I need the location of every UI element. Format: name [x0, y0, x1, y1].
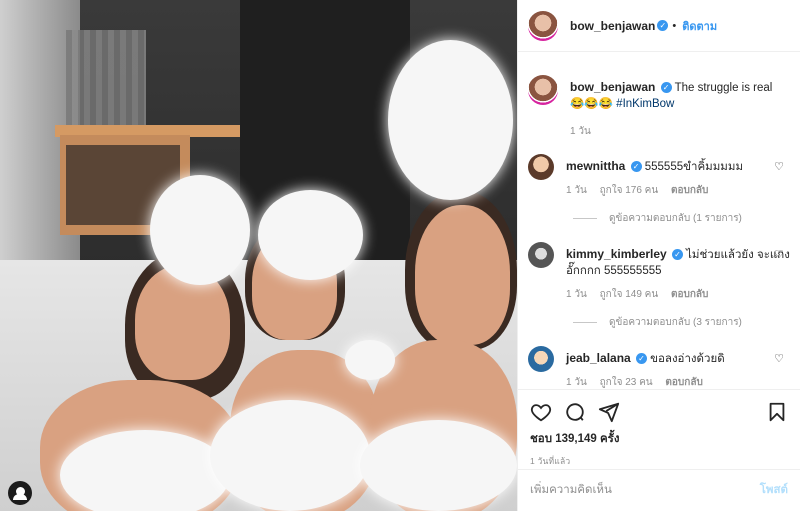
comment-text: 555555ขำคิ้มมมมม — [644, 161, 744, 173]
comment-item: mewnittha ✓ 555555ขำคิ้มมมมม 1 วัน ถูกใจ… — [528, 154, 790, 199]
bookmark-icon[interactable] — [766, 401, 788, 423]
verified-badge-icon: ✓ — [635, 353, 647, 365]
foam — [388, 40, 513, 200]
foam — [345, 340, 395, 380]
comment-username[interactable]: jeab_lalana — [566, 351, 631, 365]
follow-button[interactable]: ติดตาม — [682, 17, 717, 35]
comment-likes[interactable]: ถูกใจ 23 คน — [600, 377, 653, 388]
avatar[interactable] — [528, 242, 554, 268]
post-side-panel: bow_benjawan ✓ • ติดตาม bow_benjawan ✓ T… — [517, 0, 800, 511]
share-icon[interactable] — [598, 401, 620, 423]
avatar[interactable] — [528, 154, 554, 180]
comment-time: 1 วัน — [566, 185, 587, 196]
post-comment-button[interactable]: โพสต์ — [760, 481, 788, 499]
avatar[interactable] — [528, 75, 558, 105]
heart-icon[interactable]: ♡ — [774, 248, 784, 261]
view-replies-button[interactable]: ดูข้อความตอบกลับ (3 รายการ) — [573, 315, 790, 330]
post-header: bow_benjawan ✓ • ติดตาม — [518, 0, 800, 52]
comment-item: jeab_lalana ✓ ขอลงอ่างด้วยดิ 1 วัน ถูกใจ… — [528, 346, 790, 389]
foam — [360, 420, 517, 511]
post-time: 1 วันที่แล้ว — [530, 456, 571, 466]
avatar[interactable] — [528, 346, 554, 372]
comment-username[interactable]: kimmy_kimberley — [566, 247, 667, 261]
heart-icon[interactable]: ♡ — [774, 160, 784, 173]
foam — [258, 190, 363, 280]
comment-likes[interactable]: ถูกใจ 149 คน — [600, 289, 659, 300]
caption-text: The struggle is real — [674, 82, 773, 94]
post-actions: ชอบ 139,149 ครั้ง 1 วันที่แล้ว เพิ่มความ… — [518, 389, 800, 509]
foam — [150, 175, 250, 285]
hashtag-link[interactable]: #InKimBow — [616, 98, 674, 110]
foam — [60, 430, 230, 511]
caption-username[interactable]: bow_benjawan — [570, 80, 655, 94]
person-silhouette — [135, 265, 230, 380]
verified-badge-icon: ✓ — [660, 82, 672, 94]
post-media[interactable] — [0, 0, 517, 511]
view-replies-button[interactable]: ดูข้อความตอบกลับ (1 รายการ) — [573, 211, 790, 226]
heart-icon[interactable] — [530, 401, 552, 423]
separator-dot: • — [672, 19, 677, 32]
reply-button[interactable]: ตอบกลับ — [665, 377, 702, 388]
person-silhouette — [415, 205, 510, 345]
comment-icon[interactable] — [564, 401, 586, 423]
reply-button[interactable]: ตอบกลับ — [671, 289, 708, 300]
caption: bow_benjawan ✓ The struggle is real 😂😂😂 … — [528, 75, 790, 140]
verified-badge-icon: ✓ — [671, 249, 683, 261]
comment-item: kimmy_kimberley ✓ ไม่ช่วยแล้วยัง จะแกงอั… — [528, 242, 790, 303]
verified-badge-icon: ✓ — [657, 20, 669, 31]
verified-badge-icon: ✓ — [630, 161, 642, 173]
heart-icon[interactable]: ♡ — [774, 352, 784, 365]
likes-count[interactable]: ชอบ 139,149 ครั้ง — [530, 430, 788, 448]
avatar[interactable] — [528, 10, 558, 41]
user-tag-icon[interactable] — [8, 481, 32, 505]
comments-list[interactable]: bow_benjawan ✓ The struggle is real 😂😂😂 … — [518, 53, 800, 389]
comment-input[interactable]: เพิ่มความคิดเห็น — [530, 481, 760, 499]
header-username[interactable]: bow_benjawan — [570, 19, 655, 33]
comment-likes[interactable]: ถูกใจ 176 คน — [600, 185, 659, 196]
foam — [210, 400, 370, 511]
comment-text: ขอลงอ่างด้วยดิ — [650, 353, 725, 365]
add-comment-bar: เพิ่มความคิดเห็น โพสต์ — [518, 469, 800, 509]
caption-time: 1 วัน — [570, 126, 591, 137]
reply-button[interactable]: ตอบกลับ — [671, 185, 708, 196]
comment-time: 1 วัน — [566, 289, 587, 300]
comment-username[interactable]: mewnittha — [566, 159, 625, 173]
comment-time: 1 วัน — [566, 377, 587, 388]
caption-emojis: 😂😂😂 — [570, 98, 613, 110]
